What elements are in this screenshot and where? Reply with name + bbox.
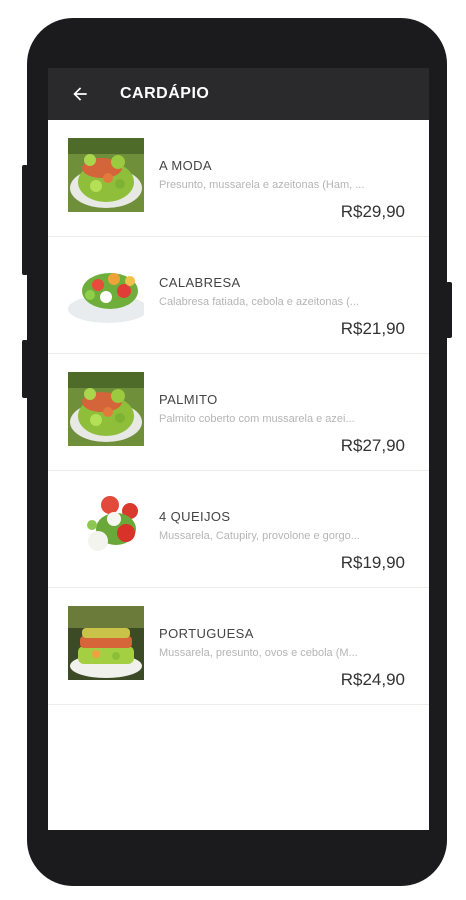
food-image [68, 606, 144, 680]
item-name: PALMITO [159, 392, 218, 407]
arrow-left-icon [73, 87, 87, 101]
item-price: R$21,90 [340, 319, 405, 338]
food-image [68, 372, 144, 446]
item-description: Calabresa fatiada, cebola e azeitonas (.… [159, 296, 359, 308]
menu-item[interactable]: PALMITO Palmito coberto com mussarela e … [48, 354, 429, 471]
item-name: 4 QUEIJOS [159, 509, 231, 524]
item-name: CALABRESA [159, 275, 241, 290]
item-name: PORTUGUESA [159, 626, 254, 641]
item-price: R$24,90 [340, 670, 405, 689]
item-price: R$19,90 [340, 553, 405, 572]
food-image [68, 255, 144, 329]
food-image [68, 489, 144, 563]
menu-item[interactable]: CALABRESA Calabresa fatiada, cebola e az… [48, 237, 429, 354]
page-title: CARDÁPIO [120, 85, 210, 102]
menu-item[interactable]: 4 QUEIJOS Mussarela, Catupiry, provolone… [48, 471, 429, 588]
app-bar: CARDÁPIO [48, 68, 429, 120]
app-screen: CARDÁPIO A MODA Presunto, mussarela e az… [48, 68, 429, 830]
item-description: Mussarela, presunto, ovos e cebola (M... [159, 647, 358, 659]
item-name: A MODA [159, 158, 212, 173]
item-description: Palmito coberto com mussarela e azei... [159, 413, 355, 425]
back-button[interactable] [60, 74, 100, 114]
menu-item[interactable]: PORTUGUESA Mussarela, presunto, ovos e c… [48, 588, 429, 705]
menu-item[interactable]: A MODA Presunto, mussarela e azeitonas (… [48, 120, 429, 237]
item-price: R$27,90 [340, 436, 405, 455]
menu-list: A MODA Presunto, mussarela e azeitonas (… [48, 120, 429, 705]
food-image [68, 138, 144, 212]
item-price: R$29,90 [340, 202, 405, 221]
item-description: Presunto, mussarela e azeitonas (Ham, ..… [159, 179, 365, 191]
item-description: Mussarela, Catupiry, provolone e gorgo..… [159, 530, 360, 542]
